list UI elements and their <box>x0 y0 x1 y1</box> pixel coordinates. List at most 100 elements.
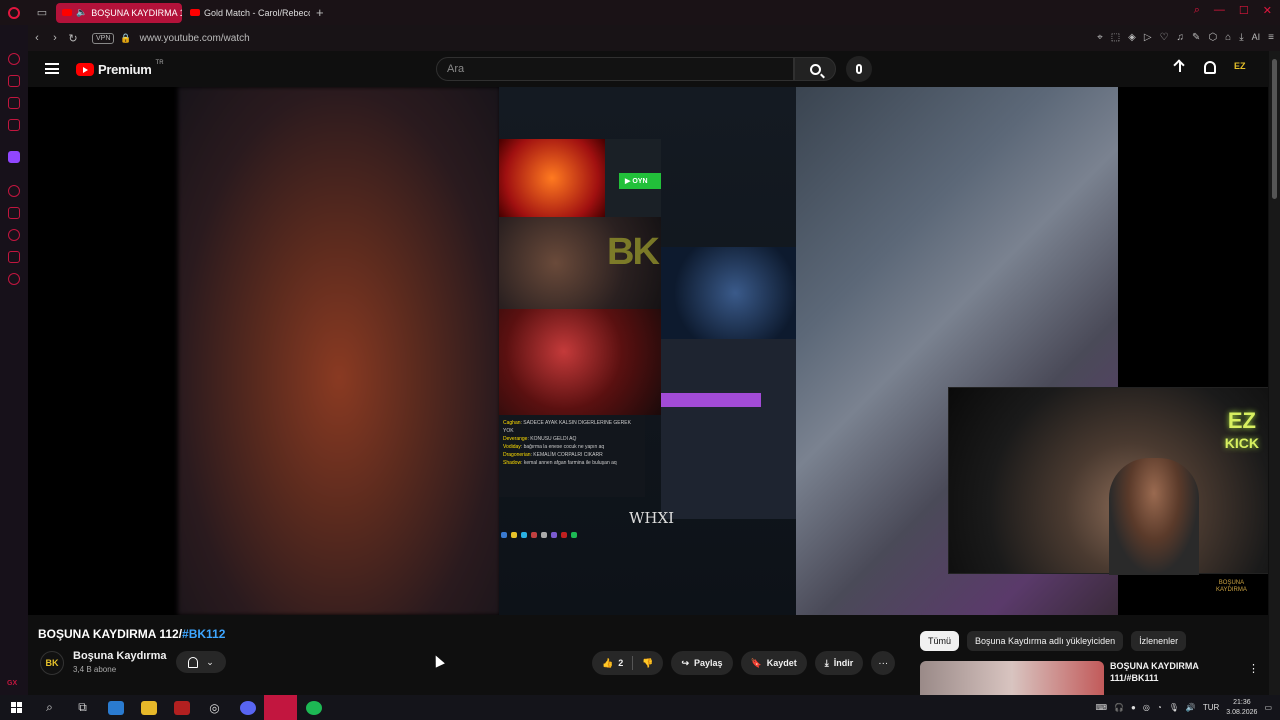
mic-tray-icon[interactable]: 🎙 <box>1169 703 1179 712</box>
file-explorer-icon[interactable] <box>132 695 165 720</box>
edge-icon[interactable] <box>99 695 132 720</box>
pinboard-icon[interactable] <box>8 207 20 219</box>
like-icon[interactable]: 👍 <box>602 658 613 669</box>
spotify-tray-icon[interactable]: ● <box>1131 703 1136 712</box>
share-icon: ↪ <box>681 657 689 668</box>
player-icon[interactable]: ♫ <box>1177 32 1185 43</box>
notification-center-icon[interactable]: ▭ <box>1264 703 1272 712</box>
twitch-icon[interactable] <box>8 151 20 163</box>
minimize-icon[interactable]: — <box>1214 4 1225 17</box>
upload-icon[interactable] <box>1174 60 1186 74</box>
tab-inactive[interactable]: Gold Match - Carol/Rebecc <box>184 3 310 23</box>
volume-icon[interactable]: 🔊 <box>1186 703 1196 712</box>
pin-icon[interactable]: ⌖ <box>1097 32 1103 43</box>
opera-logo-icon[interactable] <box>0 0 28 25</box>
vpn-badge[interactable]: VPN <box>92 32 115 44</box>
settings-icon[interactable] <box>8 273 20 285</box>
start-button[interactable] <box>0 695 33 720</box>
video-center-frame: ▶ OYN BK Caghan: SADECE AYAK KALSIN DIGE… <box>499 87 796 615</box>
maximize-icon[interactable]: ☐ <box>1239 4 1249 17</box>
gx-corner-icon[interactable] <box>8 97 20 109</box>
share-button[interactable]: ↪ Paylaş <box>671 651 733 675</box>
account-avatar[interactable]: EZ <box>1234 61 1252 73</box>
subscriber-count: 3,4 B abone <box>73 665 117 674</box>
shield-icon[interactable]: ◈ <box>1128 32 1136 43</box>
opera-gx-taskbar-icon[interactable] <box>264 695 297 720</box>
hashtag-link[interactable]: #BK112 <box>182 627 225 641</box>
video-tile-guitar <box>499 139 605 217</box>
discord-icon[interactable] <box>231 695 264 720</box>
wifi-icon[interactable]: ◔ <box>1157 703 1162 712</box>
lock-icon[interactable]: 🔒 <box>120 33 131 44</box>
chat-line: Vodiday: bağırma la enese cocuk ne yapın… <box>503 444 605 450</box>
chip-uploader[interactable]: Boşuna Kaydırma adlı yükleyiciden <box>967 631 1124 651</box>
search-button[interactable] <box>794 57 836 81</box>
url-field[interactable]: www.youtube.com/watch <box>140 33 250 44</box>
subscription-bell-button[interactable]: ⌄ <box>176 651 226 673</box>
steam-icon[interactable]: ◎ <box>198 695 231 720</box>
gx-control-icon[interactable] <box>8 75 20 87</box>
messenger-icon[interactable] <box>8 119 20 131</box>
scroll-thumb[interactable] <box>1272 59 1277 199</box>
youtube-logo[interactable]: Premium TR <box>76 60 164 77</box>
tab-menu-icon[interactable]: ▭ <box>28 0 56 25</box>
youtube-page: Premium TR Ara EZ ▶ OYN BK Caghan: SADEC… <box>28 51 1268 695</box>
recommended-more-icon[interactable]: ⋮ <box>1248 662 1259 675</box>
forward-icon[interactable]: › <box>46 32 64 44</box>
steam-tray-icon[interactable]: ◎ <box>1143 703 1150 712</box>
clock[interactable]: 21:36 3.08.2026 <box>1226 698 1257 718</box>
voicemeeter-icon[interactable] <box>165 695 198 720</box>
voice-search-button[interactable] <box>846 56 872 82</box>
download-button[interactable]: ⤓ İndir <box>814 651 864 675</box>
language-indicator[interactable]: TUR <box>1203 703 1219 712</box>
tab-active[interactable]: 🔈 BOŞUNA KAYDIRMA 11 <box>56 2 182 23</box>
more-actions-button[interactable]: ··· <box>871 651 896 675</box>
headset-icon[interactable]: 🎧 <box>1114 703 1124 712</box>
player-sidebar-icon[interactable] <box>8 185 20 197</box>
speed-dial-icon[interactable] <box>8 53 20 65</box>
notifications-icon[interactable] <box>1204 60 1216 74</box>
reload-icon[interactable]: ↻ <box>64 32 82 45</box>
hamburger-menu-icon[interactable] <box>45 63 59 74</box>
back-icon[interactable]: ‹ <box>28 32 46 44</box>
heart-icon[interactable]: ♡ <box>1160 32 1169 43</box>
extensions-icon[interactable]: ⬡ <box>1208 32 1217 43</box>
history-icon[interactable] <box>8 229 20 241</box>
taskbar-search-icon[interactable]: ⌕ <box>33 695 66 720</box>
keyboard-icon[interactable]: ⌨ <box>1096 703 1108 712</box>
menu-icon[interactable]: ≡ <box>1268 32 1274 43</box>
chat-line: Deverange: KONUSU GELDI AQ <box>503 436 577 442</box>
chip-watched[interactable]: İzlenenler <box>1131 631 1187 651</box>
download-icon[interactable]: ⤓ <box>1239 32 1243 43</box>
like-count[interactable]: 2 <box>618 658 623 668</box>
page-scrollbar[interactable] <box>1269 51 1280 695</box>
channel-name[interactable]: Boşuna Kaydırma <box>73 650 167 662</box>
search-input[interactable]: Ara <box>436 57 794 81</box>
video-mini-taskbar <box>499 527 796 538</box>
save-button[interactable]: 🔖 Kaydet <box>740 651 807 675</box>
aria-ai-button[interactable]: AI <box>1252 32 1261 43</box>
recommended-title[interactable]: BOŞUNA KAYDIRMA 111/#BK111 <box>1110 660 1240 684</box>
channel-avatar[interactable]: BK <box>40 651 64 675</box>
opera-sidebar: GX <box>0 25 28 695</box>
like-dislike-group: 👍 2 👎 <box>592 651 664 675</box>
dislike-icon[interactable]: 👎 <box>642 658 653 669</box>
window-controls: ⌕ — ☐ ✕ <box>1194 4 1272 17</box>
recommended-thumbnail[interactable] <box>920 661 1104 695</box>
snapshot-icon[interactable]: ⬚ <box>1111 32 1120 43</box>
spotify-icon[interactable] <box>297 695 330 720</box>
extensions-sidebar-icon[interactable] <box>8 251 20 263</box>
tab-active-speaker-icon[interactable]: 🔈 <box>76 7 87 18</box>
search-tabs-icon[interactable]: ⌕ <box>1194 4 1200 17</box>
new-tab-button[interactable]: + <box>316 5 324 20</box>
video-player[interactable]: ▶ OYN BK Caghan: SADECE AYAK KALSIN DIGE… <box>28 87 1268 615</box>
wallet-icon[interactable]: ⌂ <box>1225 32 1231 43</box>
header-actions: EZ <box>1174 60 1252 74</box>
translate-icon[interactable]: ✎ <box>1192 32 1200 43</box>
close-icon[interactable]: ✕ <box>1263 4 1272 17</box>
play-icon[interactable]: ▷ <box>1144 32 1152 43</box>
chat-line: Dragonerian: KEMALİM CORPALRI CIKARR <box>503 452 603 458</box>
task-view-icon[interactable]: ⧉ <box>66 695 99 720</box>
chip-all[interactable]: Tümü <box>920 631 960 651</box>
bookmark-icon: 🔖 <box>750 657 762 668</box>
